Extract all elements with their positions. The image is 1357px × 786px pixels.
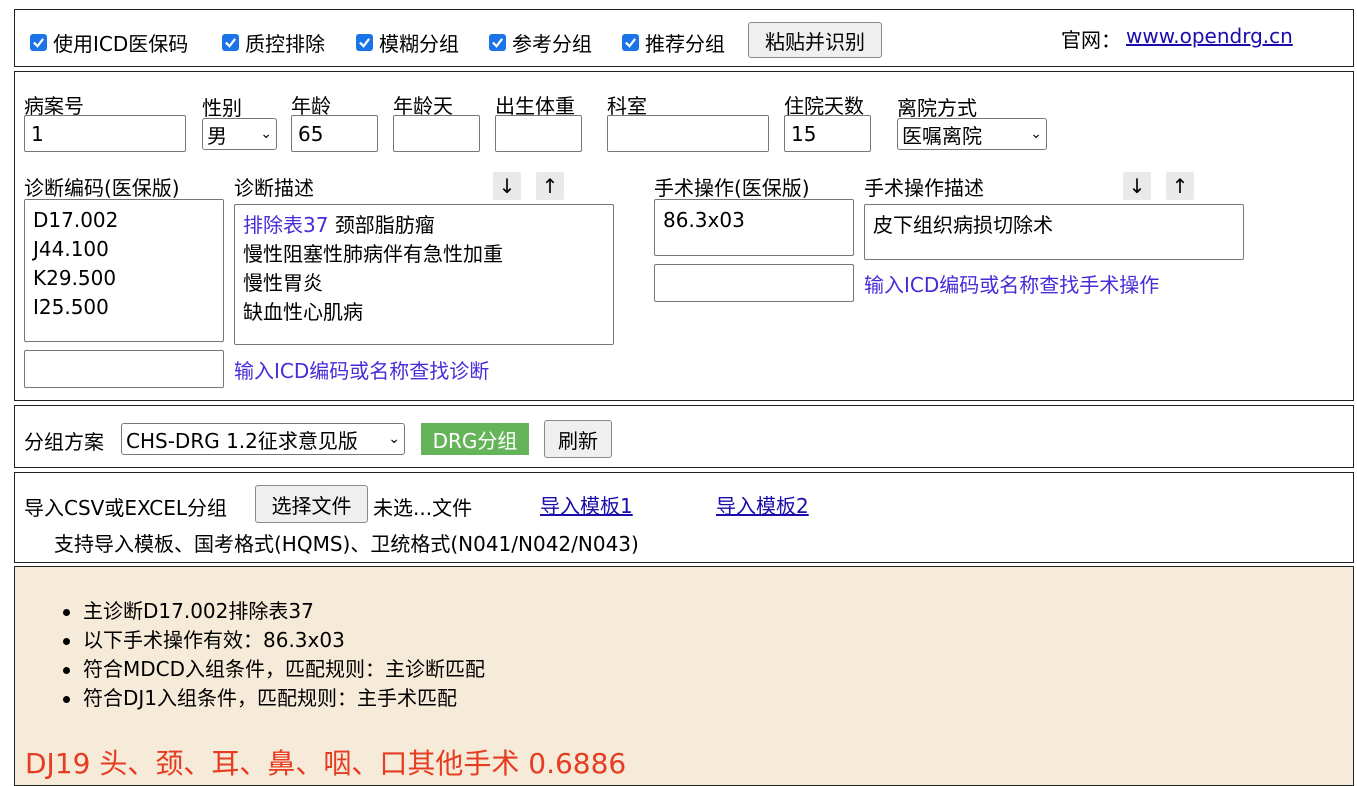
choose-file-button[interactable]: 选择文件: [255, 485, 368, 523]
checkbox-label: 质控排除: [245, 32, 325, 56]
move-down-button[interactable]: ↓: [493, 172, 521, 200]
checkbox-checked-icon: [356, 34, 373, 51]
result-panel: 主诊断D17.002排除表37 以下手术操作有效：86.3x03 符合MDCD入…: [14, 566, 1354, 786]
sex-value: 男: [207, 123, 227, 148]
surgery-search-input[interactable]: [654, 264, 854, 302]
checkbox-checked-icon: [222, 34, 239, 51]
surgery-code-textarea[interactable]: 86.3x03: [654, 199, 854, 256]
import-template-1-link[interactable]: 导入模板1: [540, 490, 633, 519]
scheme-label: 分组方案: [24, 430, 104, 454]
los-input[interactable]: 15: [784, 115, 871, 152]
diagnosis-desc-line: 缺血性心肌病: [243, 300, 363, 324]
drg-result-line: DJ19 头、颈、耳、鼻、咽、口其他手术 0.6886: [25, 747, 627, 780]
scheme-select[interactable]: CHS-DRG 1.2征求意见版 ⌄: [121, 423, 405, 455]
diagnosis-search-input[interactable]: [24, 350, 224, 388]
site-link[interactable]: www.opendrg.cn: [1126, 24, 1293, 48]
checkbox-checked-icon: [622, 34, 639, 51]
use-icd-checkbox[interactable]: 使用ICD医保码: [30, 28, 188, 57]
surgery-desc-box: 皮下组织病损切除术: [864, 204, 1244, 260]
surgery-search-hint[interactable]: 输入ICD编码或名称查找手术操作: [864, 269, 1159, 298]
checkbox-checked-icon: [30, 34, 47, 51]
checkbox-label: 使用ICD医保码: [53, 32, 189, 56]
diagnosis-code-line: J44.100: [33, 237, 109, 261]
sex-select[interactable]: 男 ⌄: [202, 118, 277, 150]
discharge-label: 离院方式: [897, 96, 977, 120]
paste-recognize-button[interactable]: 粘贴并识别: [748, 22, 882, 58]
list-item: 符合DJ1入组条件，匹配规则：主手术匹配: [59, 684, 485, 713]
birth-weight-input[interactable]: [495, 115, 582, 152]
import-support-text: 支持导入模板、国考格式(HQMS)、卫统格式(N041/N042/N043): [54, 532, 639, 556]
checkbox-label: 参考分组: [512, 32, 592, 56]
fuzzy-group-checkbox[interactable]: 模糊分组: [356, 28, 459, 57]
age-input[interactable]: 65: [291, 115, 378, 152]
refresh-button[interactable]: 刷新: [544, 420, 612, 458]
surgery-code-line: 86.3x03: [663, 208, 745, 232]
surgery-desc-label: 手术操作描述: [864, 176, 984, 200]
no-file-text: 未选...文件: [373, 496, 473, 520]
surgery-code-label: 手术操作(医保版): [654, 176, 810, 200]
surgery-move-up-button[interactable]: ↑: [1166, 172, 1194, 200]
checkbox-label: 模糊分组: [379, 32, 459, 56]
diagnosis-code-line: K29.500: [33, 266, 117, 290]
diagnosis-desc-box: 排除表37 颈部脂肪瘤 慢性阻塞性肺病伴有急性加重 慢性胃炎 缺血性心肌病: [234, 204, 614, 345]
move-up-button[interactable]: ↑: [536, 172, 564, 200]
case-no-input[interactable]: 1: [24, 115, 186, 152]
age-days-input[interactable]: [393, 115, 480, 152]
surgery-desc-line: 皮下组织病损切除术: [873, 213, 1053, 237]
import-panel: 导入CSV或EXCEL分组 选择文件 未选...文件 导入模板1 导入模板2 支…: [14, 472, 1354, 563]
qc-exclude-checkbox[interactable]: 质控排除: [222, 28, 325, 57]
site-label: 官网：: [1061, 28, 1121, 52]
import-label: 导入CSV或EXCEL分组: [24, 496, 227, 520]
checkbox-label: 推荐分组: [645, 32, 725, 56]
excluded-tag: 排除表37: [243, 213, 329, 237]
patient-panel: 病案号 1 性别 男 ⌄ 年龄 65 年龄天 出生体重 科室 住院天数 15 离…: [14, 71, 1354, 401]
dept-input[interactable]: [607, 115, 769, 152]
diagnosis-desc-line: 慢性阻塞性肺病伴有急性加重: [243, 242, 503, 266]
checkbox-checked-icon: [489, 34, 506, 51]
recommend-group-checkbox[interactable]: 推荐分组: [622, 28, 725, 57]
list-item: 主诊断D17.002排除表37: [59, 597, 485, 626]
import-template-2-link[interactable]: 导入模板2: [716, 490, 809, 519]
diagnosis-code-line: I25.500: [33, 295, 109, 319]
sex-label: 性别: [202, 96, 242, 120]
diagnosis-desc-line: 慢性胃炎: [243, 271, 323, 295]
diagnosis-desc-label: 诊断描述: [234, 176, 314, 200]
diagnosis-code-line: D17.002: [33, 208, 119, 232]
discharge-value: 医嘱离院: [902, 123, 982, 148]
diagnosis-code-textarea[interactable]: D17.002 J44.100 K29.500 I25.500: [24, 199, 224, 342]
chevron-down-icon: ⌄: [1030, 126, 1042, 142]
diagnosis-search-hint[interactable]: 输入ICD编码或名称查找诊断: [234, 355, 489, 384]
surgery-move-down-button[interactable]: ↓: [1123, 172, 1151, 200]
chevron-down-icon: ⌄: [388, 431, 400, 447]
diagnosis-code-label: 诊断编码(医保版): [24, 176, 180, 200]
discharge-select[interactable]: 医嘱离院 ⌄: [897, 118, 1047, 150]
reference-group-checkbox[interactable]: 参考分组: [489, 28, 592, 57]
drg-group-button[interactable]: DRG分组: [421, 423, 529, 455]
diagnosis-desc-line: 排除表37 颈部脂肪瘤: [243, 211, 605, 240]
options-panel: 使用ICD医保码 质控排除 模糊分组 参考分组 推荐分组 粘贴并识别 官网： w…: [14, 9, 1354, 67]
list-item: 符合MDCD入组条件，匹配规则：主诊断匹配: [59, 655, 485, 684]
scheme-value: CHS-DRG 1.2征求意见版: [126, 428, 358, 453]
diagnosis-desc-text: 颈部脂肪瘤: [334, 213, 435, 237]
list-item: 以下手术操作有效：86.3x03: [59, 626, 485, 655]
grouping-panel: 分组方案 CHS-DRG 1.2征求意见版 ⌄ DRG分组 刷新: [14, 405, 1354, 468]
result-list: 主诊断D17.002排除表37 以下手术操作有效：86.3x03 符合MDCD入…: [59, 597, 485, 713]
chevron-down-icon: ⌄: [260, 126, 272, 142]
